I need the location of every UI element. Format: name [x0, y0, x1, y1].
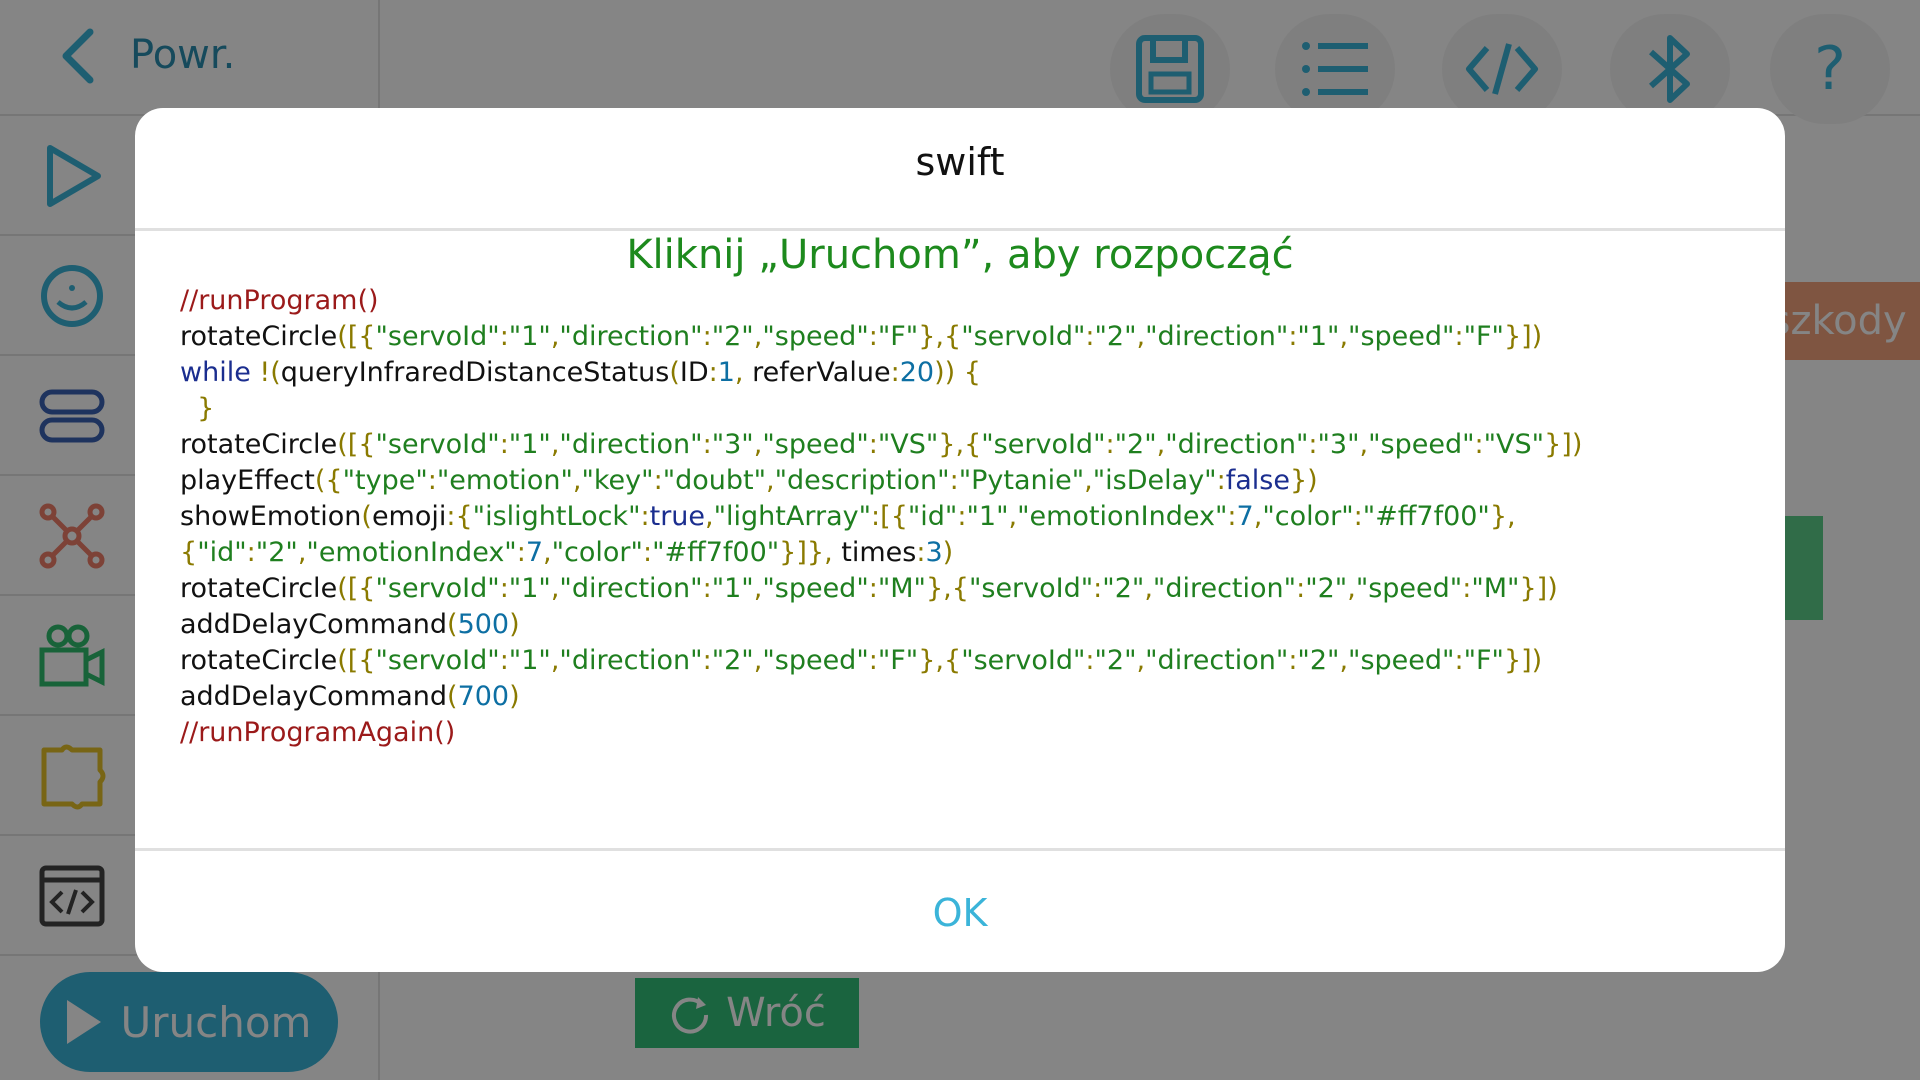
dialog-divider-bottom: [135, 848, 1785, 851]
code-line: rotateCircle([{"servoId":"1","direction"…: [180, 645, 1543, 676]
code-line: addDelayCommand(700): [180, 681, 520, 712]
code-line: rotateCircle([{"servoId":"1","direction"…: [180, 429, 1583, 460]
dialog-title: swift: [915, 140, 1005, 184]
ok-button[interactable]: OK: [135, 853, 1785, 972]
code-line: //runProgram(): [180, 285, 379, 316]
dialog-divider-top: [135, 228, 1785, 231]
code-line: showEmotion(emoji:{"islightLock":true,"l…: [180, 501, 1516, 532]
code-block: //runProgram() rotateCircle([{"servoId":"…: [180, 283, 1760, 751]
code-line: addDelayCommand(500): [180, 609, 520, 640]
code-line: rotateCircle([{"servoId":"1","direction"…: [180, 573, 1558, 604]
code-line: //runProgramAgain(): [180, 717, 456, 748]
code-line: playEffect({"type":"emotion","key":"doub…: [180, 465, 1318, 496]
dialog-heading: Kliknij „Uruchom”, aby rozpocząć: [626, 232, 1294, 278]
code-line: {"id":"2","emotionIndex":7,"color":"#ff7…: [180, 537, 954, 568]
code-line: while !(queryInfraredDistanceStatus(ID:1…: [180, 357, 981, 388]
code-line: }: [197, 393, 215, 424]
code-line: rotateCircle([{"servoId":"1","direction"…: [180, 321, 1543, 352]
code-dialog: swift Kliknij „Uruchom”, aby rozpocząć /…: [135, 108, 1785, 972]
